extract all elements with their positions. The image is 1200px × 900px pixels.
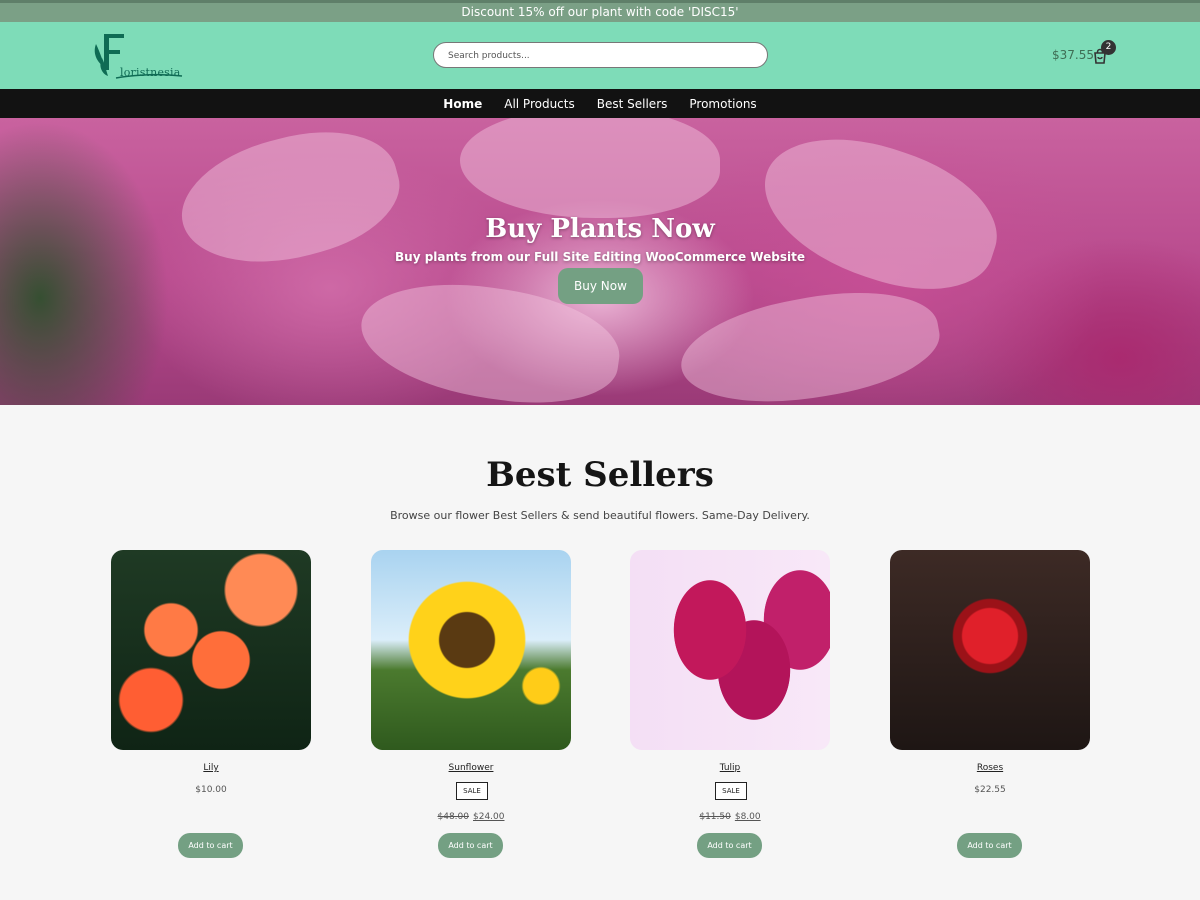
product-name[interactable]: Lily [111, 763, 311, 773]
product-card-lily: Lily $10.00 Add to cart [111, 550, 311, 858]
product-image[interactable] [630, 550, 830, 750]
nav-item-all-products[interactable]: All Products [504, 97, 575, 111]
logo-text: loristnesia [120, 66, 181, 79]
product-image[interactable] [111, 550, 311, 750]
price-original: $11.50 [699, 812, 731, 822]
hero-petal [673, 276, 947, 405]
price-current: $24.00 [473, 812, 505, 822]
hero-petal [460, 118, 720, 218]
search-box[interactable] [433, 42, 768, 68]
main-nav: Home All Products Best Sellers Promotion… [0, 89, 1200, 118]
cart-total[interactable]: $37.55 [1052, 48, 1094, 62]
nav-item-best-sellers[interactable]: Best Sellers [597, 97, 668, 111]
best-sellers-subtitle: Browse our flower Best Sellers & send be… [390, 509, 810, 522]
product-card-sunflower: Sunflower SALE $48.00 $24.00 Add to cart [371, 550, 571, 858]
nav-item-home[interactable]: Home [443, 97, 482, 111]
price-current: $22.55 [974, 785, 1006, 795]
site-logo[interactable]: loristnesia [90, 28, 186, 84]
product-name[interactable]: Roses [890, 763, 1090, 773]
product-price: $11.50 $8.00 [630, 812, 830, 822]
best-sellers-title: Best Sellers [486, 455, 714, 495]
promo-text: Discount 15% off our plant with code 'DI… [461, 5, 739, 19]
price-current: $10.00 [195, 785, 227, 795]
cart-count-badge: 2 [1101, 40, 1116, 55]
add-to-cart-button[interactable]: Add to cart [438, 833, 503, 858]
product-price: $10.00 [111, 785, 311, 795]
hero-subtitle: Buy plants from our Full Site Editing Wo… [395, 250, 805, 264]
product-price: $22.55 [890, 785, 1090, 795]
site-header: loristnesia $37.55 2 [0, 22, 1200, 89]
add-to-cart-button[interactable]: Add to cart [957, 833, 1022, 858]
hero-banner: Buy Plants Now Buy plants from our Full … [0, 118, 1200, 405]
sale-badge: SALE [456, 782, 488, 800]
product-name[interactable]: Tulip [630, 763, 830, 773]
product-image[interactable] [890, 550, 1090, 750]
buy-now-button[interactable]: Buy Now [558, 268, 643, 304]
product-image[interactable] [371, 550, 571, 750]
product-name[interactable]: Sunflower [371, 763, 571, 773]
add-to-cart-button[interactable]: Add to cart [697, 833, 762, 858]
price-original: $48.00 [437, 812, 470, 822]
product-card-roses: Roses $22.55 Add to cart [890, 550, 1090, 858]
search-input[interactable] [434, 44, 767, 68]
product-card-tulip: Tulip SALE $11.50 $8.00 Add to cart [630, 550, 830, 858]
promo-bar: Discount 15% off our plant with code 'DI… [0, 0, 1200, 22]
price-current: $8.00 [734, 812, 761, 822]
nav-item-promotions[interactable]: Promotions [689, 97, 756, 111]
add-to-cart-button[interactable]: Add to cart [178, 833, 243, 858]
sale-badge: SALE [715, 782, 747, 800]
product-price: $48.00 $24.00 [371, 812, 571, 822]
hero-title: Buy Plants Now [485, 214, 715, 244]
